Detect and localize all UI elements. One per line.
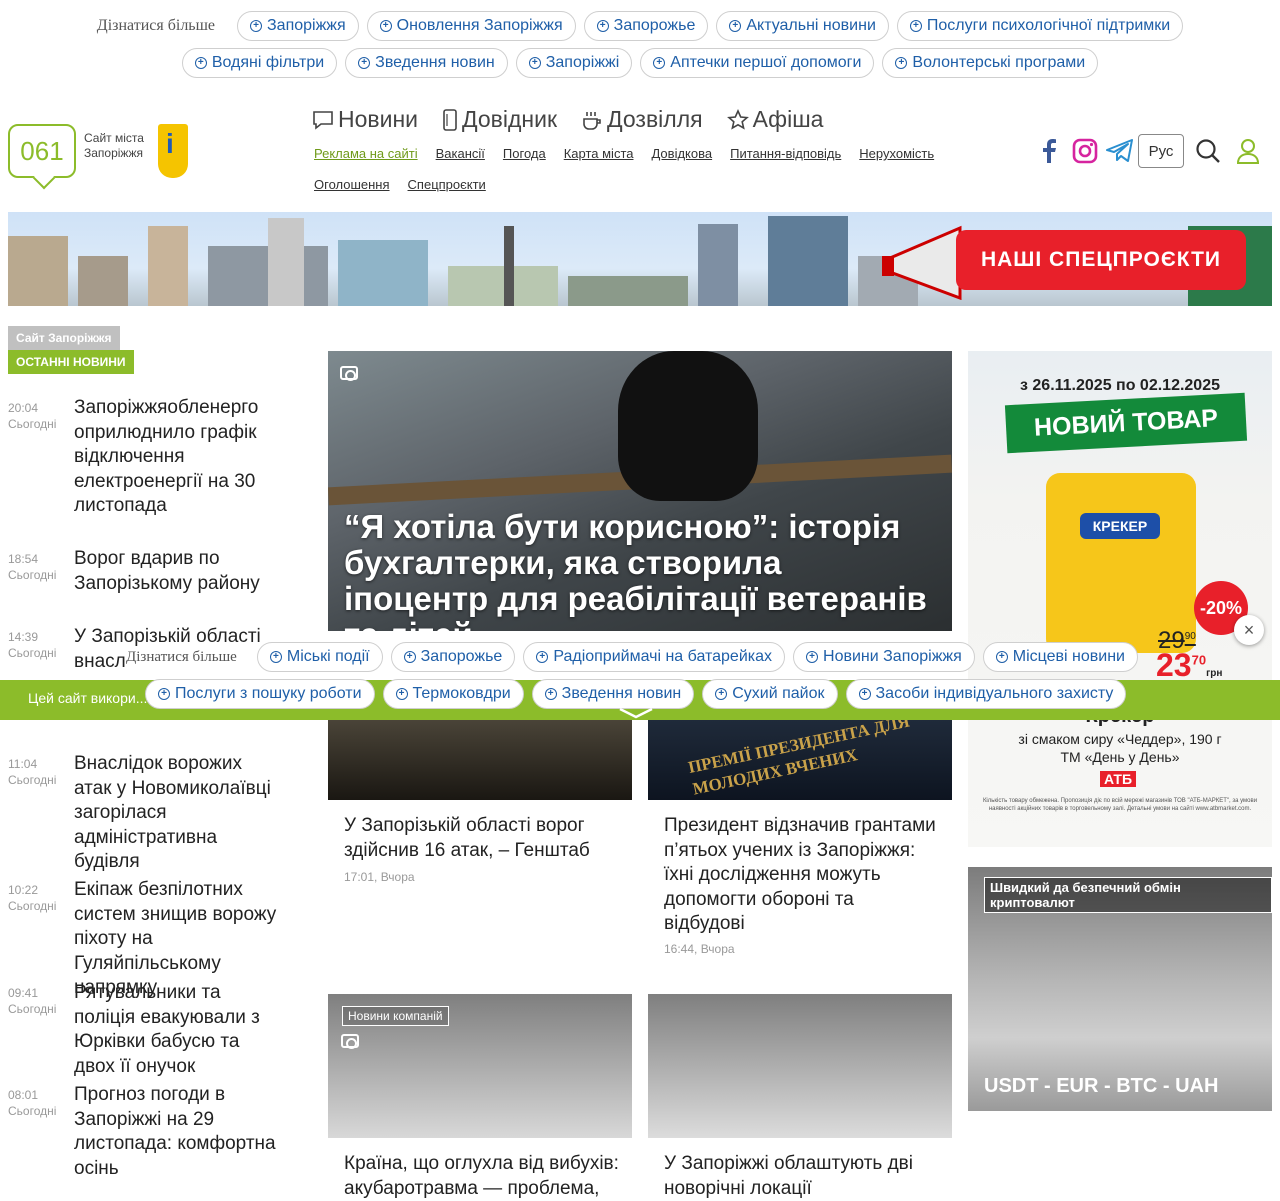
tag[interactable]: + Зведення новин <box>531 679 695 709</box>
tag[interactable]: + Міські події <box>256 642 383 672</box>
news-title[interactable]: Рятувальники та поліція евакуювали з Юрк… <box>74 981 278 1079</box>
news-title[interactable]: Внаслідок ворожих атак у Новомиколаївці … <box>74 752 278 875</box>
overlay-tag-row-1: Дізнатися більше + Міські події + Запорожь… <box>126 642 1138 672</box>
overlay-tag-row-2: + Послуги з пошуку роботи + Термоковдри + З… <box>145 679 1127 709</box>
learn-more-label: Дізнатися більше <box>96 17 216 34</box>
news-title[interactable]: Запоріжжяобленерго оприлюднило графік ві… <box>74 396 278 519</box>
banner-button[interactable]: НАШІ СПЕЦПРОЄКТИ <box>956 230 1246 290</box>
logo-number: 061 <box>20 135 64 166</box>
tag[interactable]: + Оновлення Запоріжжя <box>366 11 576 41</box>
tag[interactable]: + Запоріжжі <box>515 48 633 78</box>
tag-row-2: + Водяні фільтри + Зведення новин + Запоріж… <box>0 48 1280 78</box>
atb-ad[interactable]: з 26.11.2025 по 02.12.2025 НОВИЙ ТОВАР К… <box>968 351 1272 847</box>
tag[interactable]: + Засоби індивідуального захисту <box>845 679 1127 709</box>
nav-poster[interactable]: Афіша <box>726 106 823 133</box>
close-icon[interactable]: × <box>1234 615 1264 645</box>
product-image: КРЕКЕР <box>1046 473 1196 653</box>
tag[interactable]: + Сухий пайок <box>702 679 838 709</box>
card-title[interactable]: Країна, що оглухла від вибухів: акубарот… <box>344 1152 624 1201</box>
tag[interactable]: + Радіоприймачі на батарейках <box>523 642 786 672</box>
subnav-link[interactable]: Оголошення <box>314 177 390 192</box>
card-title[interactable]: У Запоріжжі облаштують дві новорічні лок… <box>664 1152 944 1201</box>
card-image[interactable] <box>648 994 952 1138</box>
main-nav: Новини Довідник Дозвілля Афіша <box>312 106 823 133</box>
nav-directory[interactable]: Довідник <box>442 106 557 133</box>
card-image[interactable] <box>328 720 632 800</box>
card-meta: 17:01, Вчора <box>344 870 415 884</box>
hero-title[interactable]: “Я хотіла бути корисною”: історія бухгал… <box>344 509 934 632</box>
telegram-icon[interactable] <box>1106 139 1134 163</box>
user-icon[interactable] <box>1236 138 1260 164</box>
ad-fine-print: Кількість товару обмежена. Пропозиція ді… <box>982 798 1258 812</box>
ad-ribbon: НОВИЙ ТОВАР <box>1004 392 1248 454</box>
subnav-ads[interactable]: Реклама на сайті <box>314 146 418 161</box>
book-icon <box>443 108 457 131</box>
new-price: 2370грн <box>1156 647 1223 683</box>
tag[interactable]: + Новини Запоріжжя <box>793 642 975 672</box>
atb-logo: АТБ <box>1100 771 1137 787</box>
subnav-link[interactable]: Вакансії <box>436 146 485 161</box>
section-label: Сайт Запоріжжя <box>8 326 120 350</box>
learn-more-label: Дізнатися більше <box>126 648 237 665</box>
subnav-link[interactable]: Карта міста <box>564 146 634 161</box>
tag[interactable]: + Водяні фільтри <box>181 48 338 78</box>
tag[interactable]: + Актуальні новини <box>716 11 889 41</box>
news-title[interactable]: Ворог вдарив по Запорізькому району <box>74 547 278 596</box>
chevron-down-icon[interactable] <box>618 706 654 720</box>
ad-desc: ТМ «День у День» <box>1060 749 1180 765</box>
ad-title: USDT - EUR - BTC - UAH <box>984 1075 1219 1097</box>
card-title[interactable]: Президент відзначив грантами п’ятьох уче… <box>664 814 939 937</box>
logo-caption: Сайт міста Запоріжжя <box>84 131 144 160</box>
sub-nav-2: Оголошення Спецпроєкти <box>314 176 504 194</box>
coffee-icon <box>583 111 601 130</box>
card-image[interactable]: ПРЕМІЇ ПРЕЗИДЕНТА ДЛЯ МОЛОДИХ ВЧЕНИХ <box>648 712 952 800</box>
news-title[interactable]: Прогноз погоди в Запоріжжі на 29 листопа… <box>74 1083 278 1181</box>
tag[interactable]: + Місцеві новини <box>982 642 1138 672</box>
site-logo[interactable]: 061 <box>8 124 76 178</box>
tag[interactable]: + Послуги з пошуку роботи <box>145 679 375 709</box>
tag[interactable]: + Послуги психологічної підтримки <box>896 11 1184 41</box>
special-projects-banner[interactable]: НАШІ СПЕЦПРОЄКТИ <box>8 212 1272 306</box>
tag-row-1: Дізнатися більше + Запоріжжя + Оновлення З… <box>0 11 1280 41</box>
tag[interactable]: + Аптечки першої допомоги <box>640 48 875 78</box>
tag[interactable]: + Волонтерські програми <box>882 48 1099 78</box>
camera-icon <box>341 1034 359 1049</box>
latest-news-label[interactable]: ОСТАННІ НОВИНИ <box>8 350 134 374</box>
star-icon <box>726 108 749 130</box>
tag[interactable]: + Термоковдри <box>382 679 524 709</box>
search-icon[interactable] <box>1195 138 1221 164</box>
language-switch[interactable]: Рус <box>1138 134 1184 168</box>
subnav-link[interactable]: Довідкова <box>651 146 712 161</box>
hero-article[interactable]: “Я хотіла бути корисною”: історія бухгал… <box>328 351 952 631</box>
facebook-icon[interactable] <box>1040 138 1058 164</box>
chat-icon <box>313 110 333 130</box>
instagram-icon[interactable] <box>1072 138 1098 164</box>
ad-desc: зі смаком сиру «Чеддер», 190 г <box>1018 731 1222 747</box>
card-meta: 16:44, Вчора <box>664 942 735 956</box>
ad-dates: з 26.11.2025 по 02.12.2025 <box>1020 377 1220 394</box>
subnav-link[interactable]: Нерухомість <box>859 146 934 161</box>
sub-nav-1: Реклама на сайті Вакансії Погода Карта міст… <box>314 145 952 163</box>
subnav-link[interactable]: Питання-відповідь <box>730 146 841 161</box>
nav-leisure[interactable]: Дозвілля <box>581 106 703 133</box>
card-title[interactable]: У Запорізькій області ворог здійснив 16 … <box>344 814 614 863</box>
subnav-link[interactable]: Погода <box>503 146 546 161</box>
crypto-ad[interactable]: Швидкий да безпечний обмін криптовалют U… <box>968 867 1272 1111</box>
tag[interactable]: + Зведення новин <box>345 48 508 78</box>
nav-news[interactable]: Новини <box>312 106 418 133</box>
city-emblem-icon: i <box>158 124 188 178</box>
tag[interactable]: + Запорожье <box>583 11 709 41</box>
company-news-badge: Новини компаній <box>342 1006 449 1026</box>
ad-label: Швидкий да безпечний обмін криптовалют <box>984 877 1272 913</box>
subnav-link[interactable]: Спецпроєкти <box>408 177 486 192</box>
camera-icon <box>340 366 358 381</box>
tag[interactable]: + Запорожье <box>390 642 516 672</box>
card-image[interactable]: Новини компаній <box>328 994 632 1138</box>
tag[interactable]: + Запоріжжя <box>237 11 359 41</box>
